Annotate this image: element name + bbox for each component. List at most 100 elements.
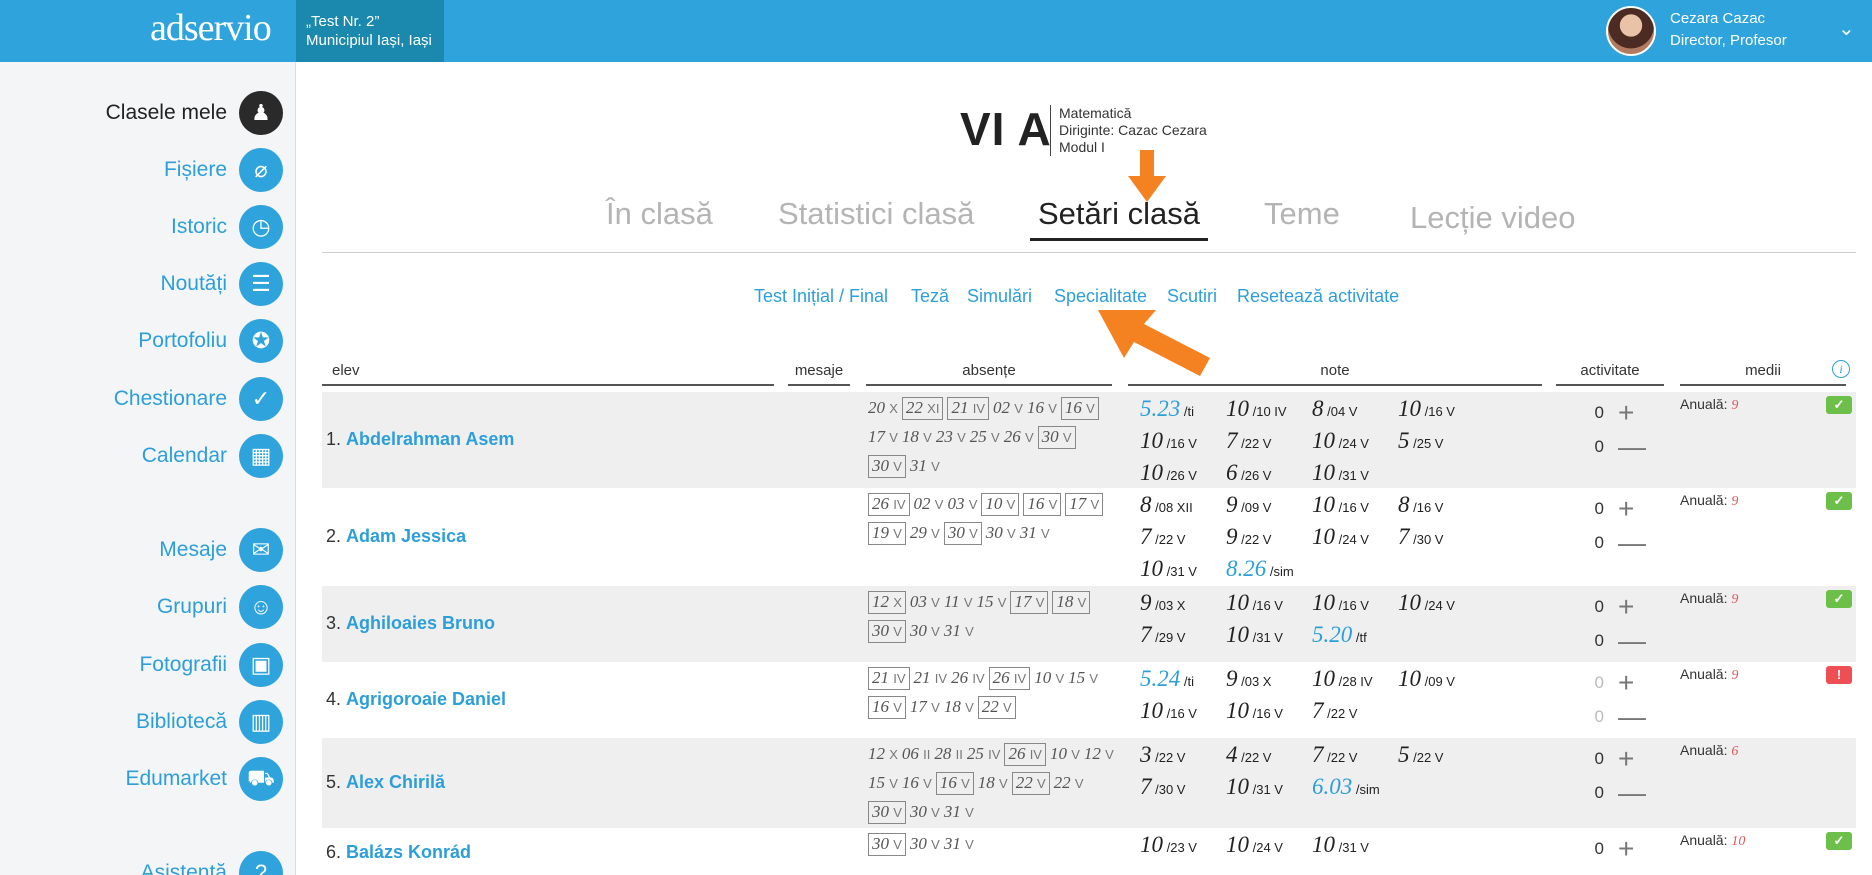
info-icon[interactable]: i: [1832, 360, 1850, 378]
grade-entry[interactable]: 8 /08 XII: [1140, 492, 1226, 524]
absence-entry[interactable]: 28 II: [934, 740, 962, 769]
absence-entry[interactable]: 12 V: [1084, 740, 1114, 769]
absence-entry[interactable]: 06 II: [902, 740, 930, 769]
absence-entry[interactable]: 26 IV: [1004, 743, 1046, 766]
subnav-simulari[interactable]: Simulări: [967, 286, 1032, 307]
absence-entry[interactable]: 10 V: [981, 493, 1020, 516]
grade-entry[interactable]: 10 /24 V: [1398, 590, 1484, 622]
grade-entry[interactable]: 9 /22 V: [1226, 524, 1312, 556]
grade-entry[interactable]: 7 /22 V: [1226, 428, 1312, 460]
absence-entry[interactable]: 21 IV: [868, 667, 910, 690]
grade-entry[interactable]: 5 /22 V: [1398, 742, 1484, 774]
adservio-logo[interactable]: adservio: [150, 6, 272, 50]
grade-entry[interactable]: 10 /31 V: [1226, 774, 1312, 806]
absence-entry[interactable]: 30 V: [910, 617, 940, 646]
grade-entry[interactable]: 10 /23 V: [1140, 832, 1226, 864]
absence-entry[interactable]: 12 X: [868, 740, 898, 769]
tab-in-clasa[interactable]: În clasă: [606, 196, 713, 232]
subnav-reseteaza-activitate[interactable]: Resetează activitate: [1237, 286, 1399, 307]
absence-entry[interactable]: 16 V: [1060, 397, 1099, 420]
absence-entry[interactable]: 31 V: [944, 830, 974, 859]
grade-entry[interactable]: 10 /24 V: [1226, 832, 1312, 864]
warning-icon[interactable]: !: [1826, 666, 1852, 684]
absence-entry[interactable]: 30 V: [868, 620, 906, 643]
absence-entry[interactable]: 15 V: [868, 769, 898, 798]
tab-lectie-video[interactable]: Lecție video: [1410, 200, 1575, 236]
absence-entry[interactable]: 22 XI: [901, 397, 944, 420]
subnav-specialitate[interactable]: Specialitate: [1054, 286, 1147, 307]
minus-icon[interactable]: —: [1618, 777, 1646, 809]
absence-entry[interactable]: 30 V: [910, 830, 940, 859]
grade-entry[interactable]: 10 /10 IV: [1226, 396, 1312, 428]
grade-entry[interactable]: 7 /30 V: [1398, 524, 1484, 556]
grade-entry[interactable]: 8 /16 V: [1398, 492, 1484, 524]
grade-entry[interactable]: 10 /16 V: [1312, 492, 1398, 524]
absence-entry[interactable]: 10 V: [1050, 740, 1080, 769]
absence-entry[interactable]: 16 V: [902, 769, 932, 798]
check-icon[interactable]: ✓: [1826, 492, 1852, 510]
absence-entry[interactable]: 30 V: [1037, 426, 1076, 449]
minus-icon[interactable]: —: [1618, 701, 1646, 733]
grade-entry[interactable]: 8 /04 V: [1312, 396, 1398, 428]
plus-icon[interactable]: +: [1618, 493, 1634, 525]
absence-entry[interactable]: 16 V: [935, 772, 974, 795]
plus-icon[interactable]: +: [1618, 397, 1634, 429]
grade-entry[interactable]: 10 /16 V: [1226, 590, 1312, 622]
grade-entry[interactable]: 7 /22 V: [1312, 698, 1398, 730]
absence-entry[interactable]: 22 V: [1054, 769, 1084, 798]
sidebar-item-cart[interactable]: Edumarket ⛟: [125, 756, 283, 802]
grade-entry[interactable]: 5.23 /ti: [1140, 396, 1226, 428]
grade-entry[interactable]: 5.20 /tf: [1312, 622, 1398, 654]
student-name-link[interactable]: Adam Jessica: [346, 526, 466, 546]
grade-entry[interactable]: 10 /16 V: [1398, 396, 1484, 428]
grade-entry[interactable]: 10 /16 V: [1140, 428, 1226, 460]
absence-entry[interactable]: 11 V: [944, 588, 973, 617]
grade-entry[interactable]: 10 /09 V: [1398, 666, 1484, 698]
absence-entry[interactable]: 31 V: [944, 617, 974, 646]
absence-entry[interactable]: 23 V: [936, 423, 966, 452]
chevron-down-icon[interactable]: ⌄: [1838, 16, 1855, 41]
absence-entry[interactable]: 03 V: [910, 588, 940, 617]
plus-icon[interactable]: +: [1618, 667, 1634, 699]
absence-entry[interactable]: 25 IV: [967, 740, 1001, 769]
grade-entry[interactable]: 10 /28 IV: [1312, 666, 1398, 698]
subnav-test-initial-final[interactable]: Test Inițial / Final: [754, 286, 888, 307]
absence-entry[interactable]: 16 V: [1027, 394, 1057, 423]
tab-statistici-clasa[interactable]: Statistici clasă: [778, 196, 974, 232]
absence-entry[interactable]: 26 IV: [988, 667, 1031, 690]
absence-entry[interactable]: 18 V: [978, 769, 1008, 798]
grade-entry[interactable]: 10 /24 V: [1312, 524, 1398, 556]
grade-entry[interactable]: 7 /30 V: [1140, 774, 1226, 806]
minus-icon[interactable]: —: [1618, 431, 1646, 463]
sidebar-item-library[interactable]: Bibliotecă ▥: [136, 699, 283, 745]
plus-icon[interactable]: +: [1618, 833, 1634, 865]
grade-entry[interactable]: 9 /03 X: [1226, 666, 1312, 698]
sidebar-item-photos[interactable]: Fotografii ▣: [139, 642, 283, 688]
sidebar-item-mail[interactable]: Mesaje ✉: [159, 527, 283, 573]
sidebar-item-calendar[interactable]: Calendar ▦: [142, 433, 283, 479]
subnav-scutiri[interactable]: Scutiri: [1167, 286, 1217, 307]
student-name-link[interactable]: Abdelrahman Asem: [346, 429, 514, 449]
absence-entry[interactable]: 22 V: [1011, 772, 1050, 795]
absence-entry[interactable]: 21 IV: [914, 664, 948, 693]
absence-entry[interactable]: 21 IV: [947, 397, 990, 420]
grade-entry[interactable]: 10 /24 V: [1312, 428, 1398, 460]
grade-entry[interactable]: 9 /09 V: [1226, 492, 1312, 524]
grade-entry[interactable]: 9 /03 X: [1140, 590, 1226, 622]
absence-entry[interactable]: 17 V: [910, 693, 940, 722]
student-name-link[interactable]: Aghiloaies Bruno: [346, 613, 495, 633]
absence-entry[interactable]: 26 V: [1004, 423, 1034, 452]
absence-entry[interactable]: 25 V: [970, 423, 1000, 452]
grade-entry[interactable]: 8.26 /sim: [1226, 556, 1312, 588]
grade-entry[interactable]: 4 /22 V: [1226, 742, 1312, 774]
grade-entry[interactable]: 6.03 /sim: [1312, 774, 1398, 806]
absence-entry[interactable]: 18 V: [902, 423, 932, 452]
grade-entry[interactable]: 10 /16 V: [1226, 698, 1312, 730]
absence-entry[interactable]: 18 V: [944, 693, 974, 722]
absence-entry[interactable]: 02 V: [993, 394, 1023, 423]
absence-entry[interactable]: 18 V: [1052, 591, 1091, 614]
absence-entry[interactable]: 29 V: [910, 519, 940, 548]
student-name-link[interactable]: Alex Chirilă: [346, 772, 445, 792]
absence-entry[interactable]: 31 V: [910, 452, 940, 481]
absence-entry[interactable]: 17 V: [868, 423, 898, 452]
